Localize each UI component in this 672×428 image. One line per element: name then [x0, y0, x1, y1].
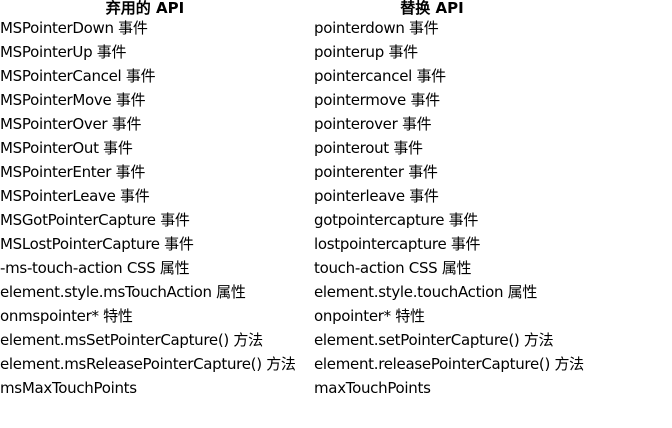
deprecated-api-cell: MSPointerLeave 事件	[0, 187, 150, 205]
replacement-api-cell: onpointer* 特性	[314, 307, 425, 325]
table-row: element.msSetPointerCapture() 方法 element.…	[0, 328, 620, 352]
api-comparison-table: 弃用的 API 替换 API MSPointerDown 事件 pointerdo…	[0, 0, 620, 400]
table-row: element.style.msTouchAction 属性 element.st…	[0, 280, 620, 304]
table-row: -ms-touch-action CSS 属性 touch-action CSS …	[0, 256, 620, 280]
table-row: MSLostPointerCapture 事件 lostpointercaptur…	[0, 232, 620, 256]
deprecated-api-cell: MSPointerDown 事件	[0, 19, 148, 37]
replacement-api-cell: pointerup 事件	[314, 43, 418, 61]
replacement-api-cell: element.releasePointerCapture() 方法	[314, 355, 584, 373]
table-row: MSPointerLeave 事件 pointerleave 事件	[0, 184, 620, 208]
table-row: onmspointer* 特性 onpointer* 特性	[0, 304, 620, 328]
table-header: 弃用的 API 替换 API	[0, 0, 620, 16]
table-row: MSPointerCancel 事件 pointercancel 事件	[0, 64, 620, 88]
deprecated-api-cell: MSLostPointerCapture 事件	[0, 235, 194, 253]
replacement-api-cell: pointerenter 事件	[314, 163, 438, 181]
table-row: MSPointerEnter 事件 pointerenter 事件	[0, 160, 620, 184]
deprecated-api-cell: MSPointerOut 事件	[0, 139, 133, 157]
deprecated-api-cell: onmspointer* 特性	[0, 307, 133, 325]
deprecated-api-cell: MSPointerMove 事件	[0, 91, 146, 109]
table-row: MSGotPointerCapture 事件 gotpointercapture …	[0, 208, 620, 232]
deprecated-api-cell: MSPointerOver 事件	[0, 115, 142, 133]
deprecated-api-cell: -ms-touch-action CSS 属性	[0, 259, 190, 277]
replacement-api-cell: lostpointercapture 事件	[314, 235, 481, 253]
deprecated-api-cell: MSPointerCancel 事件	[0, 67, 156, 85]
replacement-api-header: 替换 API	[400, 0, 464, 16]
deprecated-api-cell: msMaxTouchPoints	[0, 379, 137, 397]
deprecated-api-cell: MSPointerUp 事件	[0, 43, 127, 61]
replacement-api-cell: gotpointercapture 事件	[314, 211, 479, 229]
table-row: MSPointerOut 事件 pointerout 事件	[0, 136, 620, 160]
table-row: MSPointerOver 事件 pointerover 事件	[0, 112, 620, 136]
deprecated-api-header: 弃用的 API	[105, 0, 185, 16]
replacement-api-cell: pointermove 事件	[314, 91, 440, 109]
table-row: MSPointerDown 事件 pointerdown 事件	[0, 16, 620, 40]
replacement-api-cell: pointerdown 事件	[314, 19, 439, 37]
replacement-api-cell: pointerleave 事件	[314, 187, 439, 205]
replacement-api-cell: touch-action CSS 属性	[314, 259, 472, 277]
table-row: MSPointerMove 事件 pointermove 事件	[0, 88, 620, 112]
header-row: 弃用的 API 替换 API	[0, 0, 620, 16]
replacement-api-cell: pointerout 事件	[314, 139, 423, 157]
deprecated-api-cell: MSGotPointerCapture 事件	[0, 211, 190, 229]
replacement-api-cell: maxTouchPoints	[314, 379, 431, 397]
table-row: msMaxTouchPoints maxTouchPoints	[0, 376, 620, 400]
deprecated-api-cell: MSPointerEnter 事件	[0, 163, 146, 181]
replacement-api-cell: element.setPointerCapture() 方法	[314, 331, 554, 349]
deprecated-api-cell: element.style.msTouchAction 属性	[0, 283, 246, 301]
table-body: MSPointerDown 事件 pointerdown 事件 MSPointerU…	[0, 16, 620, 400]
deprecated-api-cell: element.msSetPointerCapture() 方法	[0, 331, 263, 349]
replacement-api-cell: pointerover 事件	[314, 115, 432, 133]
replacement-api-cell: pointercancel 事件	[314, 67, 446, 85]
table-row: MSPointerUp 事件 pointerup 事件	[0, 40, 620, 64]
table-row: element.msReleasePointerCapture() 方法 elem…	[0, 352, 620, 376]
deprecated-api-cell: element.msReleasePointerCapture() 方法	[0, 355, 296, 373]
replacement-api-cell: element.style.touchAction 属性	[314, 283, 538, 301]
